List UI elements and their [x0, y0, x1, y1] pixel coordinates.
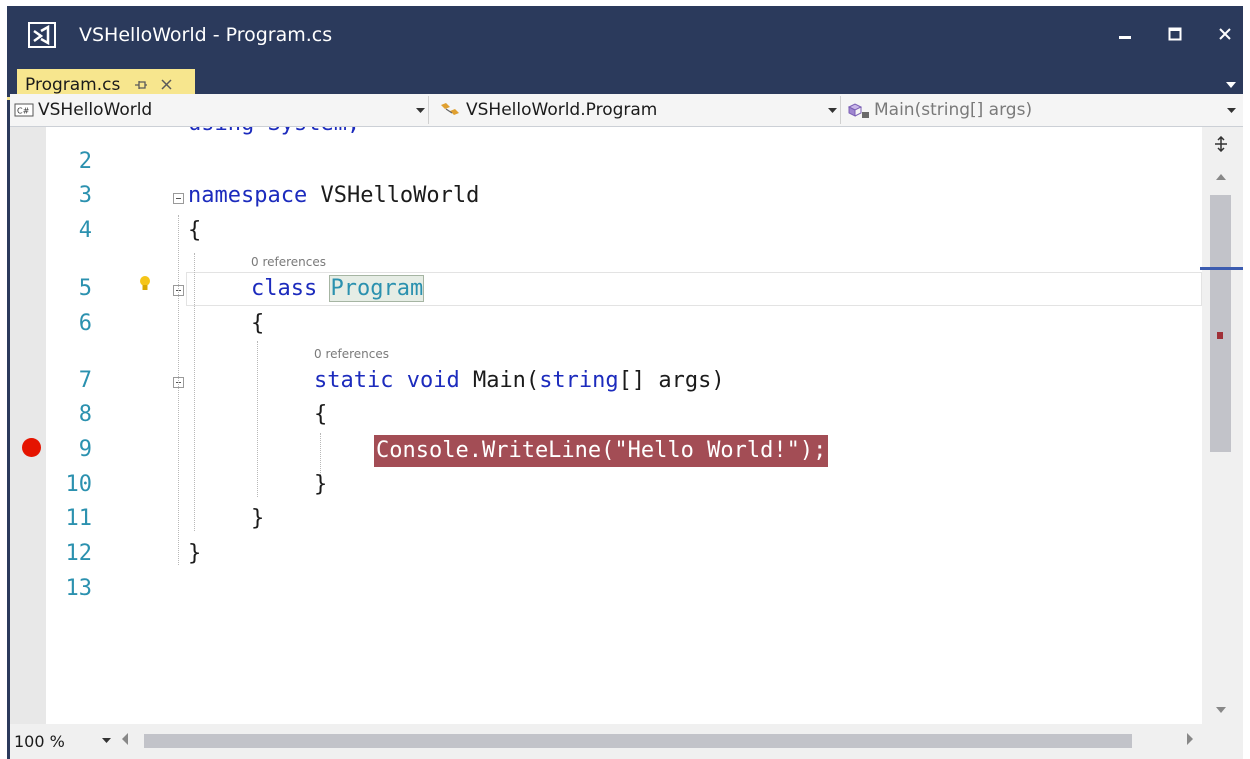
window-title: VSHelloWorld - Program.cs: [79, 24, 333, 46]
divider: [840, 96, 841, 124]
line-number: 4: [78, 218, 92, 243]
chevron-down-icon: [828, 108, 837, 113]
line-number: 6: [78, 311, 92, 336]
code-line-4: {: [188, 218, 202, 243]
keyword: string: [539, 368, 619, 393]
zoom-dropdown-icon[interactable]: [102, 738, 111, 744]
horizontal-scroll-thumb[interactable]: [144, 734, 1132, 748]
type-selector[interactable]: VSHelloWorld.Program: [434, 96, 840, 124]
close-icon: [1219, 28, 1231, 40]
code-line-6: {: [251, 311, 265, 336]
minimize-button[interactable]: [1103, 14, 1147, 54]
code-line-5: class Program: [251, 275, 425, 302]
breakpoint-code-line-9: Console.WriteLine("Hello World!");: [374, 435, 829, 467]
line-number: 11: [65, 506, 93, 531]
code-line-7: static void Main(string[] args): [314, 368, 725, 393]
line-number: 3: [78, 183, 92, 208]
zoom-level[interactable]: 100 %: [14, 732, 65, 751]
csharp-project-icon: C#: [14, 103, 34, 117]
method-signature: Main(: [459, 368, 540, 393]
codelens-references[interactable]: 0 references: [251, 255, 326, 269]
project-selector[interactable]: C# VSHelloWorld: [14, 96, 428, 124]
keyword: namespace: [188, 183, 308, 208]
indent-guide: [257, 341, 258, 497]
method-args: [] args): [618, 368, 725, 393]
indent-guide: [194, 253, 195, 531]
member-name: Main(string[] args): [874, 100, 1033, 120]
line-number: 8: [78, 402, 92, 427]
code-line-12: }: [188, 541, 202, 566]
chevron-down-icon: [1227, 108, 1236, 113]
close-tab-icon[interactable]: [160, 78, 173, 91]
title-bar: VSHelloWorld - Program.cs: [7, 6, 1243, 64]
divider: [428, 96, 429, 124]
type-name: VSHelloWorld.Program: [466, 100, 658, 120]
lightbulb-icon[interactable]: [138, 275, 152, 293]
breakpoint-marker: [1217, 332, 1223, 339]
close-window-button[interactable]: [1203, 14, 1247, 54]
maximize-icon: [1168, 27, 1182, 41]
line-number: 5: [78, 276, 92, 301]
tab-label: Program.cs: [25, 74, 121, 95]
svg-text:C#: C#: [17, 107, 30, 116]
breakpoint-icon[interactable]: [22, 438, 41, 457]
outline-guide: [178, 215, 179, 565]
visual-studio-logo-icon: [28, 22, 56, 48]
navigation-bar: C# VSHelloWorld VSHelloWorld.Program Mai…: [10, 94, 1243, 127]
code-line-1-partial: using System;: [188, 127, 360, 136]
code-line-11: }: [251, 506, 265, 531]
code-area[interactable]: using System; 2 3 4 5 6 7 8 9 10 11 12 1…: [10, 127, 1202, 724]
collapse-namespace-icon[interactable]: [173, 193, 184, 204]
line-number: 13: [65, 576, 93, 601]
vertical-scroll-thumb[interactable]: [1210, 195, 1231, 452]
codelens-references[interactable]: 0 references: [314, 347, 389, 361]
minimize-icon: [1119, 36, 1131, 39]
tab-overflow-dropdown-icon[interactable]: [1225, 81, 1237, 89]
line-number: 10: [65, 472, 93, 497]
scroll-left-icon[interactable]: [122, 733, 129, 745]
class-name: Program: [329, 275, 425, 302]
member-selector[interactable]: Main(string[] args): [844, 96, 1239, 124]
class-icon: [441, 103, 459, 115]
namespace-name: VSHelloWorld: [307, 183, 480, 208]
split-window-icon[interactable]: [1213, 136, 1229, 152]
pin-icon[interactable]: [134, 79, 148, 91]
code-line-10: }: [314, 472, 328, 497]
vertical-scrollbar[interactable]: [1200, 127, 1243, 724]
line-number: 2: [78, 149, 92, 174]
scroll-down-icon[interactable]: [1216, 707, 1226, 714]
project-name: VSHelloWorld: [38, 100, 153, 120]
keyword: static void: [314, 368, 460, 393]
scroll-up-icon[interactable]: [1216, 174, 1226, 181]
keyword: class: [251, 276, 318, 301]
maximize-button[interactable]: [1153, 14, 1197, 54]
caret-position-marker: [1200, 267, 1243, 270]
code-line-3: namespace VSHelloWorld: [188, 183, 479, 208]
method-icon: [847, 103, 869, 118]
scroll-right-icon[interactable]: [1187, 733, 1194, 745]
line-number: 12: [65, 541, 93, 566]
line-number: 7: [78, 368, 92, 393]
chevron-down-icon: [416, 108, 425, 113]
code-editor[interactable]: using System; 2 3 4 5 6 7 8 9 10 11 12 1…: [10, 127, 1202, 724]
horizontal-scrollbar-area: 100 %: [10, 724, 1243, 759]
code-line-8: {: [314, 402, 328, 427]
